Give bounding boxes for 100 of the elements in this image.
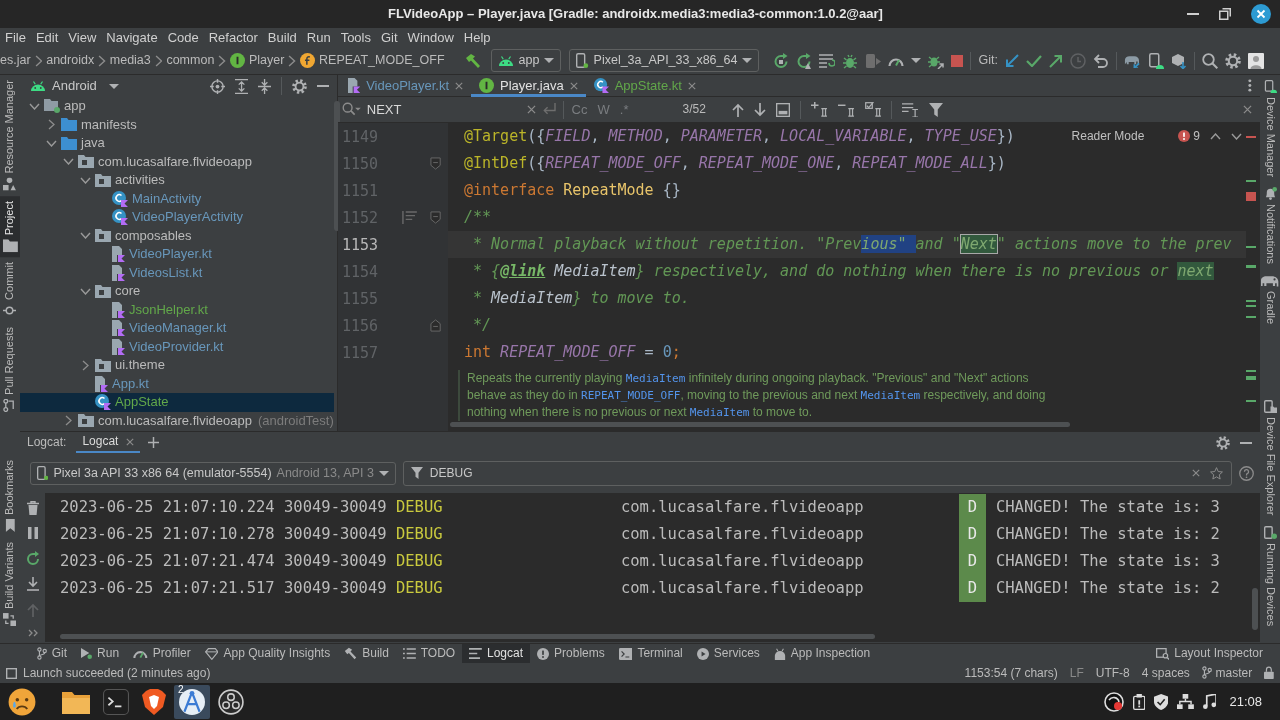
tree-item[interactable]: java bbox=[20, 134, 334, 153]
chevron-icon[interactable] bbox=[62, 158, 74, 166]
avatar-icon[interactable] bbox=[1247, 52, 1264, 69]
side-tab[interactable]: Resource Manager bbox=[0, 75, 20, 196]
menu-item[interactable]: Git bbox=[376, 28, 403, 47]
tree-item[interactable]: app bbox=[20, 97, 334, 116]
refresh-arrow-icon[interactable] bbox=[773, 52, 790, 69]
device-dropdown[interactable]: Pixel_3a_API_33_x86_64 bbox=[569, 49, 760, 72]
breadcrumb[interactable]: media3 bbox=[109, 53, 151, 68]
menu-item[interactable]: Edit bbox=[30, 28, 64, 47]
menu-item[interactable]: Tools bbox=[335, 28, 376, 47]
tool-window-button[interactable]: Build bbox=[337, 644, 396, 663]
double-chevron-icon[interactable] bbox=[27, 629, 38, 637]
tree-item[interactable]: com.lucasalfare.flvideoapp bbox=[20, 152, 334, 171]
editor-tab[interactable]: VideoPlayer.kt bbox=[340, 74, 472, 97]
tool-window-button[interactable]: Run bbox=[74, 644, 127, 663]
side-tab[interactable]: Device File Explorer bbox=[1260, 395, 1280, 521]
code-line[interactable]: @IntDef({REPEAT_MODE_OFF, REPEAT_MODE_ONE, REPEAT_MODE_ALL}) bbox=[464, 154, 1006, 172]
arrow-up-icon[interactable] bbox=[731, 102, 744, 117]
minimize-icon[interactable] bbox=[1240, 441, 1252, 444]
device-dropdown[interactable]: Pixel 3a API 33 x86 64 (emulator-5554) Android 13, API 3 bbox=[30, 461, 396, 485]
arrow-down-icon[interactable] bbox=[753, 102, 766, 117]
clipboard-icon[interactable] bbox=[1132, 693, 1146, 710]
tool-window-button[interactable]: Problems bbox=[530, 644, 612, 663]
tool-window-button[interactable]: Git bbox=[30, 644, 75, 663]
tree-item[interactable]: com.lucasalfare.flvideoapp (androidTest) bbox=[20, 411, 334, 430]
side-tab[interactable]: Notifications bbox=[1260, 182, 1280, 269]
side-tab[interactable]: Commit bbox=[0, 256, 20, 322]
hammer-icon[interactable] bbox=[464, 52, 481, 69]
chevron-down-icon[interactable] bbox=[1231, 132, 1242, 140]
tree-item[interactable]: VideoPlayer.kt bbox=[20, 245, 334, 264]
fold-marker-icon[interactable] bbox=[430, 319, 442, 332]
cube-arrow-icon[interactable] bbox=[1170, 52, 1187, 69]
pause-icon[interactable] bbox=[27, 527, 38, 539]
caret-icon[interactable] bbox=[911, 58, 922, 63]
tool-window-button[interactable]: TODO bbox=[395, 644, 463, 663]
restore-icon[interactable] bbox=[1219, 8, 1231, 20]
elephant-arrow-icon[interactable] bbox=[1123, 53, 1141, 68]
tool-window-button[interactable]: Services bbox=[689, 644, 767, 663]
plus-icon[interactable] bbox=[148, 437, 160, 448]
indent-setting[interactable]: 4 spaces bbox=[1141, 665, 1190, 681]
menu-item[interactable]: Window bbox=[402, 28, 459, 47]
chevron-icon[interactable] bbox=[45, 139, 57, 147]
chevron-icon[interactable] bbox=[79, 232, 91, 240]
reader-mode-button[interactable]: Reader Mode bbox=[1071, 129, 1145, 144]
module-dropdown[interactable]: app bbox=[490, 49, 562, 72]
cursor-position[interactable]: 1153:54 (7 chars) bbox=[964, 665, 1058, 681]
tool-window-button[interactable]: Layout Inspector bbox=[1148, 644, 1270, 663]
plus-cursor-icon[interactable] bbox=[810, 102, 828, 117]
select-all-icon[interactable] bbox=[775, 102, 790, 117]
chevron-icon[interactable] bbox=[81, 359, 89, 371]
tree-item[interactable]: VideosList.kt bbox=[20, 263, 334, 282]
breadcrumb[interactable]: es.jar bbox=[0, 53, 31, 68]
tree-item[interactable]: activities bbox=[20, 171, 334, 190]
trash-icon[interactable] bbox=[26, 501, 39, 515]
tree-item[interactable]: composables bbox=[20, 226, 334, 245]
refresh-arrow-icon[interactable] bbox=[796, 52, 813, 69]
code-line[interactable]: * {@link MediaItem} respectively, and do nothing when there is no previous or next bbox=[464, 262, 1214, 280]
menu-item[interactable]: File bbox=[0, 28, 31, 47]
filter-field[interactable]: DEBUG bbox=[402, 460, 1232, 486]
breadcrumb[interactable]: common bbox=[166, 53, 215, 68]
tree-item[interactable]: ui.theme bbox=[20, 356, 334, 375]
chevron-icon[interactable] bbox=[79, 287, 91, 295]
tool-window-button[interactable]: App Quality Insights bbox=[197, 644, 338, 663]
editor-tab[interactable]: Player.java bbox=[471, 74, 586, 97]
side-tab[interactable]: Bookmarks bbox=[0, 454, 20, 537]
filter-icon[interactable] bbox=[929, 102, 944, 117]
network-icon[interactable] bbox=[1177, 694, 1195, 709]
branch-button[interactable]: master bbox=[1201, 665, 1253, 681]
music-note-icon[interactable] bbox=[1203, 694, 1217, 709]
side-tab[interactable]: Gradle bbox=[1260, 269, 1280, 330]
taskbar-button[interactable]: 2 bbox=[174, 684, 210, 719]
side-tab[interactable]: Project bbox=[0, 195, 20, 257]
scroll-to-end-icon[interactable] bbox=[26, 577, 39, 591]
breadcrumb[interactable]: Player bbox=[248, 53, 285, 68]
menu-item[interactable]: Run bbox=[301, 28, 336, 47]
minus-cursor-icon[interactable] bbox=[837, 102, 855, 117]
shield-icon[interactable] bbox=[1154, 693, 1169, 710]
scrollbar[interactable] bbox=[450, 422, 1070, 427]
code-line[interactable]: @Target({FIELD, METHOD, PARAMETER, LOCAL_VARIABLE, TYPE_USE}) bbox=[464, 127, 1015, 145]
side-tab[interactable]: Device Manager bbox=[1260, 75, 1280, 183]
tree-item[interactable]: VideoManager.kt bbox=[20, 319, 334, 338]
lines-arrow-icon[interactable] bbox=[819, 53, 836, 68]
restart-icon[interactable] bbox=[25, 551, 40, 565]
tree-item[interactable]: VideoPlayerActivity bbox=[20, 208, 334, 227]
expand-all-icon[interactable] bbox=[234, 78, 248, 94]
close-icon[interactable] bbox=[1251, 4, 1271, 24]
menu-item[interactable]: Build bbox=[262, 28, 302, 47]
undo-icon[interactable] bbox=[1092, 53, 1109, 68]
search-icon[interactable] bbox=[342, 102, 361, 117]
tool-window-button[interactable]: Terminal bbox=[611, 644, 690, 663]
menu-item[interactable]: View bbox=[63, 28, 102, 47]
menu-item[interactable]: Code bbox=[162, 28, 204, 47]
editor-tab[interactable]: AppState.kt bbox=[585, 74, 704, 97]
star-icon[interactable] bbox=[1210, 466, 1223, 480]
settings-icon[interactable] bbox=[292, 78, 307, 94]
tree-item[interactable]: VideoProvider.kt bbox=[20, 337, 334, 356]
code-line[interactable]: @interface RepeatMode {} bbox=[464, 181, 681, 199]
check-cursor-icon[interactable] bbox=[864, 102, 882, 117]
side-tab[interactable]: Pull Requests bbox=[0, 321, 20, 417]
